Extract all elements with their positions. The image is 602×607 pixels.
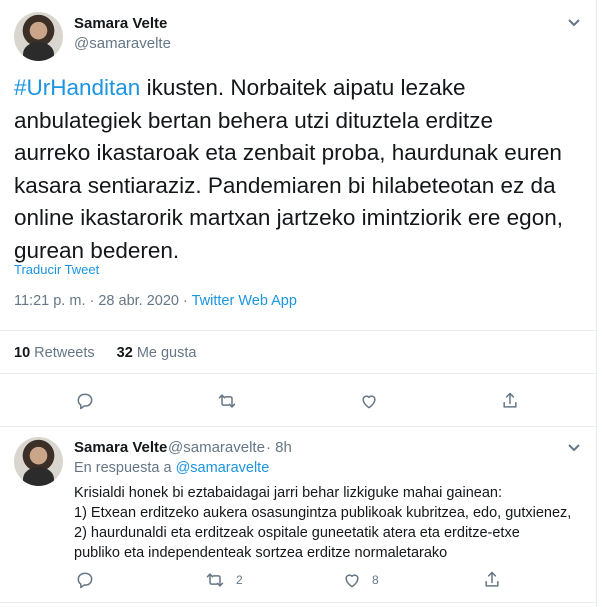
retweets-stat[interactable]: 10 Retweets xyxy=(14,345,95,361)
reply-text: Krisialdi honek bi eztabaidagai jarri be… xyxy=(74,483,584,563)
hashtag-link[interactable]: #UrHanditan xyxy=(14,75,140,100)
reply-line: publiko eta independenteak sortzea erdit… xyxy=(74,545,448,561)
tweet-text: #UrHanditan ikusten. Norbaitek aipatu le… xyxy=(14,72,574,267)
share-icon[interactable] xyxy=(480,568,504,592)
reply-line: 1) Etxean erditzeko aukera osasungintza … xyxy=(74,505,572,521)
replying-to: En respuesta a @samaravelte xyxy=(74,460,269,476)
retweets-count: 10 xyxy=(14,345,31,361)
translate-tweet-link[interactable]: Traducir Tweet xyxy=(14,262,99,277)
tweet-body: ikusten. Norbaitek aipatu lezake anbulat… xyxy=(14,75,563,263)
reply-author-handle[interactable]: @samaravelte xyxy=(168,439,265,456)
retweet-icon[interactable] xyxy=(215,389,239,413)
retweets-label: Retweets xyxy=(30,345,95,361)
meta-separator: · xyxy=(85,293,99,309)
like-icon[interactable] xyxy=(357,389,381,413)
likes-label: Me gusta xyxy=(132,345,197,361)
like-icon[interactable] xyxy=(340,568,364,592)
tweet-thread: Samara Velte @samaravelte #UrHanditan ik… xyxy=(0,0,597,607)
divider xyxy=(0,373,597,374)
reply-author-avatar[interactable] xyxy=(14,437,63,486)
reply-retweet-count: 2 xyxy=(236,573,243,587)
reply-prefix: En respuesta a xyxy=(74,460,176,476)
author-name[interactable]: Samara Velte xyxy=(74,15,167,32)
reply-like-count: 8 xyxy=(372,573,379,587)
reply-time[interactable]: · 8h xyxy=(266,439,292,456)
retweet-icon[interactable] xyxy=(203,568,227,592)
reply-line: 2) haurdunaldi eta erditzeak ospitale gu… xyxy=(74,525,520,541)
tweet-app-link[interactable]: Twitter Web App xyxy=(192,293,297,309)
tweet-meta: 11:21 p. m. · 28 abr. 2020 · Twitter Web… xyxy=(14,293,297,309)
caret-down-icon[interactable] xyxy=(565,13,583,31)
reply-to-handle-link[interactable]: @samaravelte xyxy=(176,460,270,476)
divider xyxy=(0,602,597,603)
reply-author-name[interactable]: Samara Velte xyxy=(74,439,167,456)
tweet-stats: 10 Retweets 32 Me gusta xyxy=(14,345,196,361)
reply-line: Krisialdi honek bi eztabaidagai jarri be… xyxy=(74,485,503,501)
share-icon[interactable] xyxy=(498,389,522,413)
reply-icon[interactable] xyxy=(73,389,97,413)
caret-down-icon[interactable] xyxy=(565,438,583,456)
likes-stat[interactable]: 32 Me gusta xyxy=(117,345,197,361)
tweet-time[interactable]: 11:21 p. m. xyxy=(14,293,85,309)
reply-icon[interactable] xyxy=(73,568,97,592)
meta-separator: · xyxy=(179,293,192,309)
author-handle[interactable]: @samaravelte xyxy=(74,35,171,52)
author-avatar[interactable] xyxy=(14,12,63,61)
tweet-date[interactable]: 28 abr. 2020 xyxy=(98,293,179,309)
likes-count: 32 xyxy=(116,345,133,361)
divider xyxy=(0,426,597,427)
divider xyxy=(0,330,597,331)
